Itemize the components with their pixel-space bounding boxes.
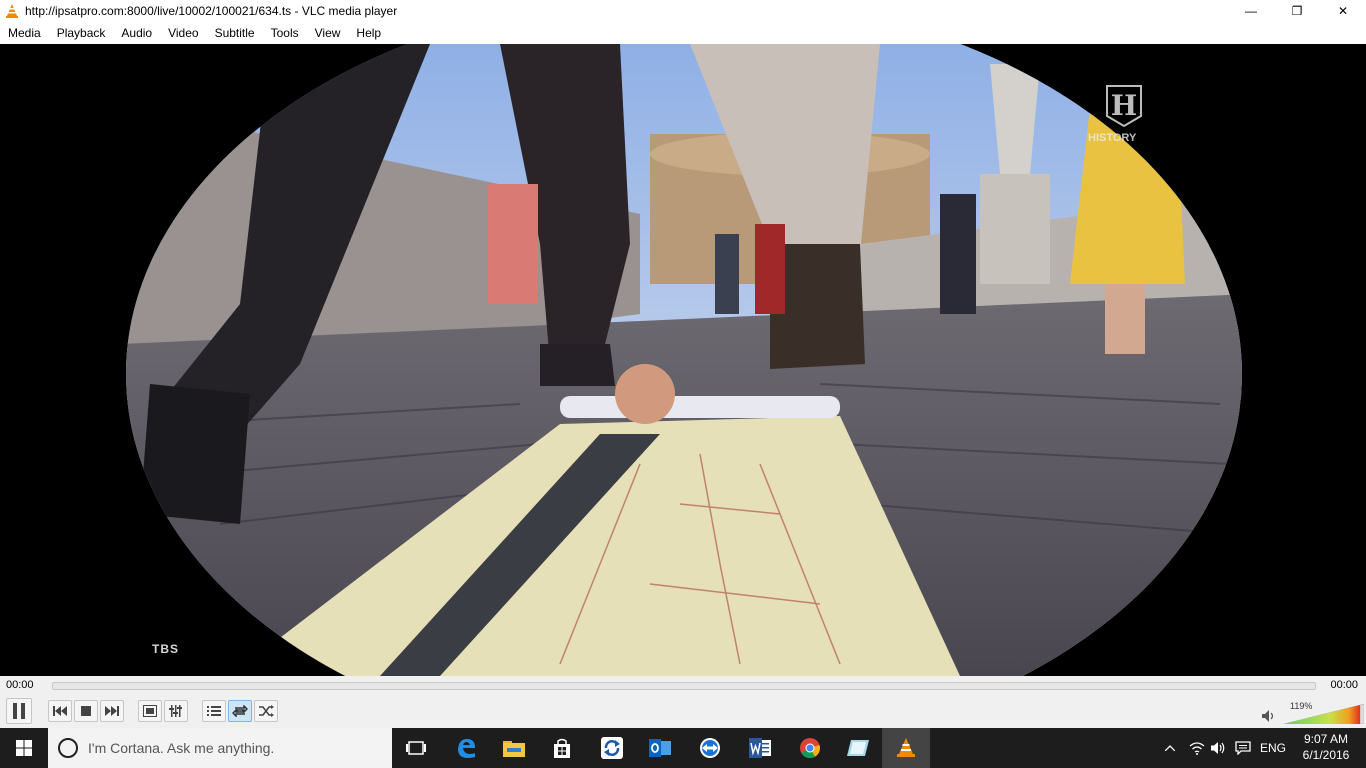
input-language[interactable]: ENG	[1256, 728, 1290, 768]
outlook-icon	[649, 739, 671, 757]
fullscreen-icon	[143, 705, 157, 717]
playlist-icon	[207, 706, 221, 716]
next-button[interactable]	[100, 700, 124, 722]
previous-icon	[53, 706, 67, 716]
taskbar-edge[interactable]	[442, 728, 490, 768]
close-button[interactable]: ✕	[1320, 0, 1366, 22]
vlc-taskbar-icon	[897, 738, 915, 757]
history-logo-letter: H	[1111, 89, 1137, 122]
clock-time: 9:07 AM	[1303, 732, 1349, 746]
shuffle-button[interactable]	[254, 700, 278, 722]
taskbar: I'm Cortana. Ask me anything. ENG 9:07 A…	[0, 728, 1366, 768]
video-frame	[0, 44, 1366, 676]
vlc-cone-icon	[6, 4, 18, 18]
menu-bar: Media Playback Audio Video Subtitle Tool…	[0, 22, 1366, 44]
taskbar-word[interactable]	[736, 728, 784, 768]
title-bar: http://ipsatpro.com:8000/live/10002/1000…	[0, 0, 1366, 22]
task-view-icon	[406, 741, 426, 755]
menu-video[interactable]: Video	[168, 26, 198, 40]
notes-icon	[847, 740, 869, 756]
action-center-button[interactable]	[1232, 728, 1254, 768]
taskbar-vlc[interactable]	[882, 728, 930, 768]
chrome-icon	[800, 738, 820, 759]
network-button[interactable]	[1186, 728, 1208, 768]
volume-tray-button[interactable]	[1208, 728, 1230, 768]
playlist-button[interactable]	[202, 700, 226, 722]
taskbar-chrome[interactable]	[786, 728, 834, 768]
elapsed-time[interactable]: 00:00	[6, 679, 34, 691]
wifi-icon	[1189, 742, 1205, 755]
loop-icon	[232, 705, 248, 717]
seek-row: 00:00 00:00	[0, 676, 1366, 696]
speaker-icon	[1211, 742, 1225, 754]
video-area[interactable]: TBS H HISTORY	[0, 44, 1366, 676]
word-icon	[749, 738, 771, 758]
start-button[interactable]	[0, 728, 48, 768]
shuffle-icon	[259, 705, 274, 717]
chevron-up-icon	[1165, 745, 1175, 751]
volume-slider[interactable]	[1284, 704, 1364, 724]
maximize-button[interactable]: ❐	[1274, 0, 1320, 22]
menu-view[interactable]: View	[315, 26, 341, 40]
window-title: http://ipsatpro.com:8000/live/10002/1000…	[25, 4, 398, 18]
show-hidden-icons-button[interactable]	[1160, 728, 1180, 768]
stop-icon	[81, 706, 91, 716]
equalizer-icon	[169, 705, 182, 717]
channel-watermark-history: HISTORY	[1088, 132, 1137, 144]
taskbar-glass-app[interactable]	[834, 728, 882, 768]
extended-settings-button[interactable]	[164, 700, 188, 722]
loop-button[interactable]	[228, 700, 252, 722]
cortana-icon	[58, 738, 78, 758]
menu-playback[interactable]: Playback	[57, 26, 106, 40]
teamviewer-icon	[700, 738, 720, 758]
fullscreen-button[interactable]	[138, 700, 162, 722]
stop-button[interactable]	[74, 700, 98, 722]
pause-icon	[13, 703, 25, 719]
clock-date: 6/1/2016	[1302, 748, 1350, 762]
taskbar-sync-app[interactable]	[588, 728, 636, 768]
channel-watermark-tbs: TBS	[152, 642, 179, 656]
taskbar-teamviewer[interactable]	[686, 728, 734, 768]
next-icon	[105, 706, 119, 716]
windows-logo-icon	[16, 740, 32, 756]
menu-audio[interactable]: Audio	[121, 26, 152, 40]
sync-arrows-icon	[601, 737, 623, 759]
task-view-button[interactable]	[392, 728, 440, 768]
volume-speaker-icon[interactable]	[1262, 710, 1276, 722]
taskbar-outlook[interactable]	[636, 728, 684, 768]
menu-subtitle[interactable]: Subtitle	[215, 26, 255, 40]
history-logo-icon: H	[1106, 85, 1142, 128]
pause-button[interactable]	[6, 698, 32, 724]
cortana-search-box[interactable]: I'm Cortana. Ask me anything.	[48, 728, 392, 768]
menu-help[interactable]: Help	[356, 26, 381, 40]
control-bar: 119%	[0, 696, 1366, 728]
notification-icon	[1235, 741, 1251, 755]
folder-icon	[503, 741, 525, 757]
system-clock[interactable]: 9:07 AM 6/1/2016	[1290, 731, 1362, 763]
search-placeholder: I'm Cortana. Ask me anything.	[88, 740, 275, 756]
remaining-time[interactable]: 00:00	[1330, 679, 1358, 691]
previous-button[interactable]	[48, 700, 72, 722]
edge-icon	[458, 739, 475, 758]
minimize-button[interactable]: —	[1228, 0, 1274, 22]
taskbar-file-explorer[interactable]	[490, 728, 538, 768]
seek-slider[interactable]	[52, 682, 1316, 690]
menu-tools[interactable]: Tools	[271, 26, 299, 40]
menu-media[interactable]: Media	[8, 26, 41, 40]
store-bag-icon	[554, 738, 570, 758]
taskbar-store[interactable]	[538, 728, 586, 768]
